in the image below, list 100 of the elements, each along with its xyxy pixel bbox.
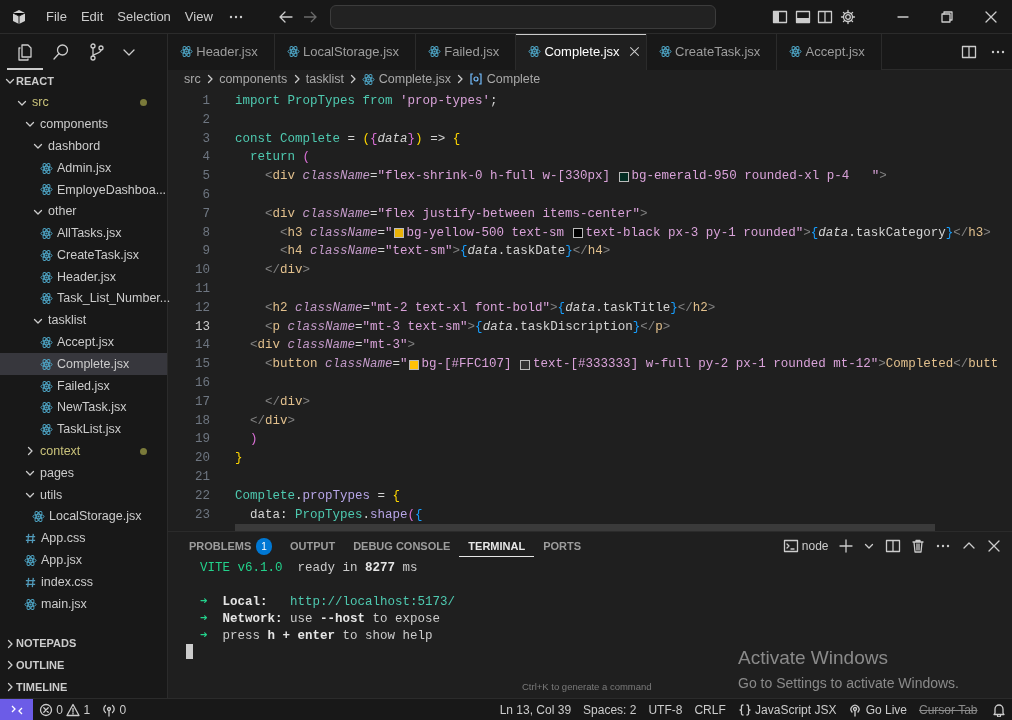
explorer-file[interactable]: LocalStorage.jsx <box>0 505 167 528</box>
react-file-icon <box>658 45 672 58</box>
explorer-folder[interactable]: pages <box>0 462 167 485</box>
line-number: 3 <box>201 130 210 148</box>
close-icon[interactable] <box>628 46 640 57</box>
menu-item[interactable]: Edit <box>73 6 111 27</box>
close-icon[interactable] <box>984 9 998 24</box>
section-header[interactable]: NOTEPADS <box>0 632 167 655</box>
breadcrumb-item[interactable]: components <box>219 70 288 89</box>
panel-tab[interactable]: DEBUG CONSOLE <box>344 535 460 558</box>
section-header[interactable]: TIMELINE <box>0 676 167 698</box>
code-text: <button className=" <box>264 356 408 374</box>
explorer-folder[interactable]: tasklist <box>0 309 167 332</box>
editor-tab[interactable]: Failed.jsx <box>416 33 517 70</box>
editor-tab[interactable]: Complete.jsx <box>516 33 647 70</box>
scrollbar[interactable] <box>235 524 935 532</box>
react-file-icon <box>24 553 37 567</box>
react-file-icon <box>789 45 803 58</box>
editor-tab[interactable]: Accept.jsx <box>777 33 882 70</box>
count-badge: 1 <box>256 537 272 555</box>
react-file-icon <box>40 423 53 437</box>
react-file-icon <box>428 45 442 58</box>
editor-tab[interactable]: LocalStorage.jsx <box>274 33 417 70</box>
problems-status[interactable]: 0 1 <box>33 699 97 720</box>
breadcrumb-item[interactable]: Complete <box>469 70 541 89</box>
status-item[interactable]: JavaScript JSX <box>731 699 843 720</box>
terminal-icon <box>782 538 799 555</box>
close-icon[interactable] <box>986 539 1001 554</box>
layout-toggle-icon[interactable] <box>794 8 811 25</box>
react-file-icon <box>40 183 53 197</box>
terminal-selector[interactable]: node <box>777 537 834 556</box>
status-item[interactable]: UTF-8 <box>642 699 689 720</box>
react-file-icon <box>40 161 53 175</box>
section-header[interactable]: REACT <box>0 70 167 92</box>
react-file-icon <box>286 45 300 58</box>
explorer-folder[interactable]: context <box>0 440 167 463</box>
ports-status[interactable]: 0 <box>96 699 133 720</box>
explorer-file[interactable]: NewTask.jsx <box>0 396 167 419</box>
panel-tab[interactable]: OUTPUT <box>280 535 345 558</box>
app-logo-icon <box>11 8 27 25</box>
panel-tab[interactable]: TERMINAL <box>459 535 535 558</box>
status-item[interactable]: Go Live <box>842 699 913 720</box>
explorer-file[interactable]: Complete.jsx <box>0 353 167 376</box>
symbol-icon <box>469 72 484 87</box>
status-item[interactable]: CRLF <box>688 699 732 720</box>
error-icon <box>39 702 53 717</box>
code-text: text-[#333333] w-full py-2 px-1 rounded mt-12">Completed</butt <box>533 356 999 374</box>
status-item[interactable]: Ln 13, Col 39 <box>493 699 578 720</box>
menu-item[interactable]: Selection <box>110 6 178 27</box>
line-number: 1 <box>201 93 210 110</box>
terminal-line: ➜ Network: use --host to expose <box>200 611 441 626</box>
code-text: data: PropTypes.shape({ <box>249 506 423 524</box>
explorer-file[interactable]: Failed.jsx <box>0 375 167 397</box>
explorer-file[interactable]: Admin.jsx <box>0 157 167 179</box>
line-number: 22 <box>194 487 210 505</box>
line-number: 8 <box>201 224 210 242</box>
plus-icon[interactable] <box>838 539 853 554</box>
code-text: <p className="mt-3 text-sm">{data.taskDiscription}</p> <box>264 318 671 336</box>
editor-tab[interactable]: CreateTask.jsx <box>646 33 778 70</box>
breadcrumb-item[interactable]: src <box>184 70 201 89</box>
line-number: 6 <box>201 187 210 204</box>
explorer-folder[interactable]: dashbord <box>0 135 167 158</box>
panel-tab[interactable]: PORTS <box>534 535 591 558</box>
status-item[interactable]: Spaces: 2 <box>577 699 643 720</box>
editor-tab[interactable]: Header.jsx <box>168 33 275 70</box>
explorer-folder[interactable]: utils <box>0 484 167 506</box>
split-terminal-icon[interactable] <box>884 538 901 555</box>
explorer-file[interactable]: EmployeDashboa... <box>0 179 167 201</box>
split-editor-icon[interactable] <box>960 43 977 60</box>
section-header[interactable]: OUTLINE <box>0 654 167 677</box>
explorer-file[interactable]: Task_List_Number... <box>0 287 167 310</box>
explorer-file[interactable]: Accept.jsx <box>0 331 167 354</box>
react-file-icon <box>40 335 53 349</box>
bell-icon[interactable] <box>991 702 1006 717</box>
explorer-file[interactable]: Header.jsx <box>0 266 167 288</box>
trash-icon[interactable] <box>910 539 925 554</box>
explorer-folder[interactable]: src <box>0 91 167 114</box>
explorer-file[interactable]: CreateTask.jsx <box>0 244 167 267</box>
explorer-file[interactable]: App.css <box>0 527 167 550</box>
panel-tab[interactable]: PROBLEMS 1 <box>180 535 281 558</box>
explorer-folder[interactable]: other <box>0 200 167 223</box>
explorer-file[interactable]: AllTasks.jsx <box>0 222 167 245</box>
explorer-folder[interactable]: components <box>0 113 167 136</box>
restore-icon[interactable] <box>940 9 954 24</box>
notice-text: Go to Settings to activate Windows. <box>738 673 959 693</box>
settings-icon[interactable] <box>839 8 856 25</box>
menu-item[interactable]: File <box>39 6 74 27</box>
explorer-file[interactable]: main.jsx <box>0 593 167 615</box>
explorer-file[interactable]: App.jsx <box>0 549 167 572</box>
layout-toggle-icon[interactable] <box>817 8 833 25</box>
code-text: <div className="flex-shrink-0 h-full w-[330px] <box>264 168 612 186</box>
explorer-file[interactable]: TaskList.jsx <box>0 418 167 441</box>
layout-toggle-icon[interactable] <box>772 8 788 25</box>
menu-item[interactable]: View <box>177 6 220 27</box>
breadcrumb-item[interactable]: Complete.jsx <box>362 70 451 89</box>
line-number: 11 <box>194 280 210 298</box>
breadcrumb-item[interactable]: tasklist <box>305 70 344 89</box>
terminal-line: ➜ Local: http://localhost:5173/ <box>200 595 456 609</box>
port-count: 0 <box>119 701 127 719</box>
explorer-file[interactable]: index.css <box>0 571 167 594</box>
